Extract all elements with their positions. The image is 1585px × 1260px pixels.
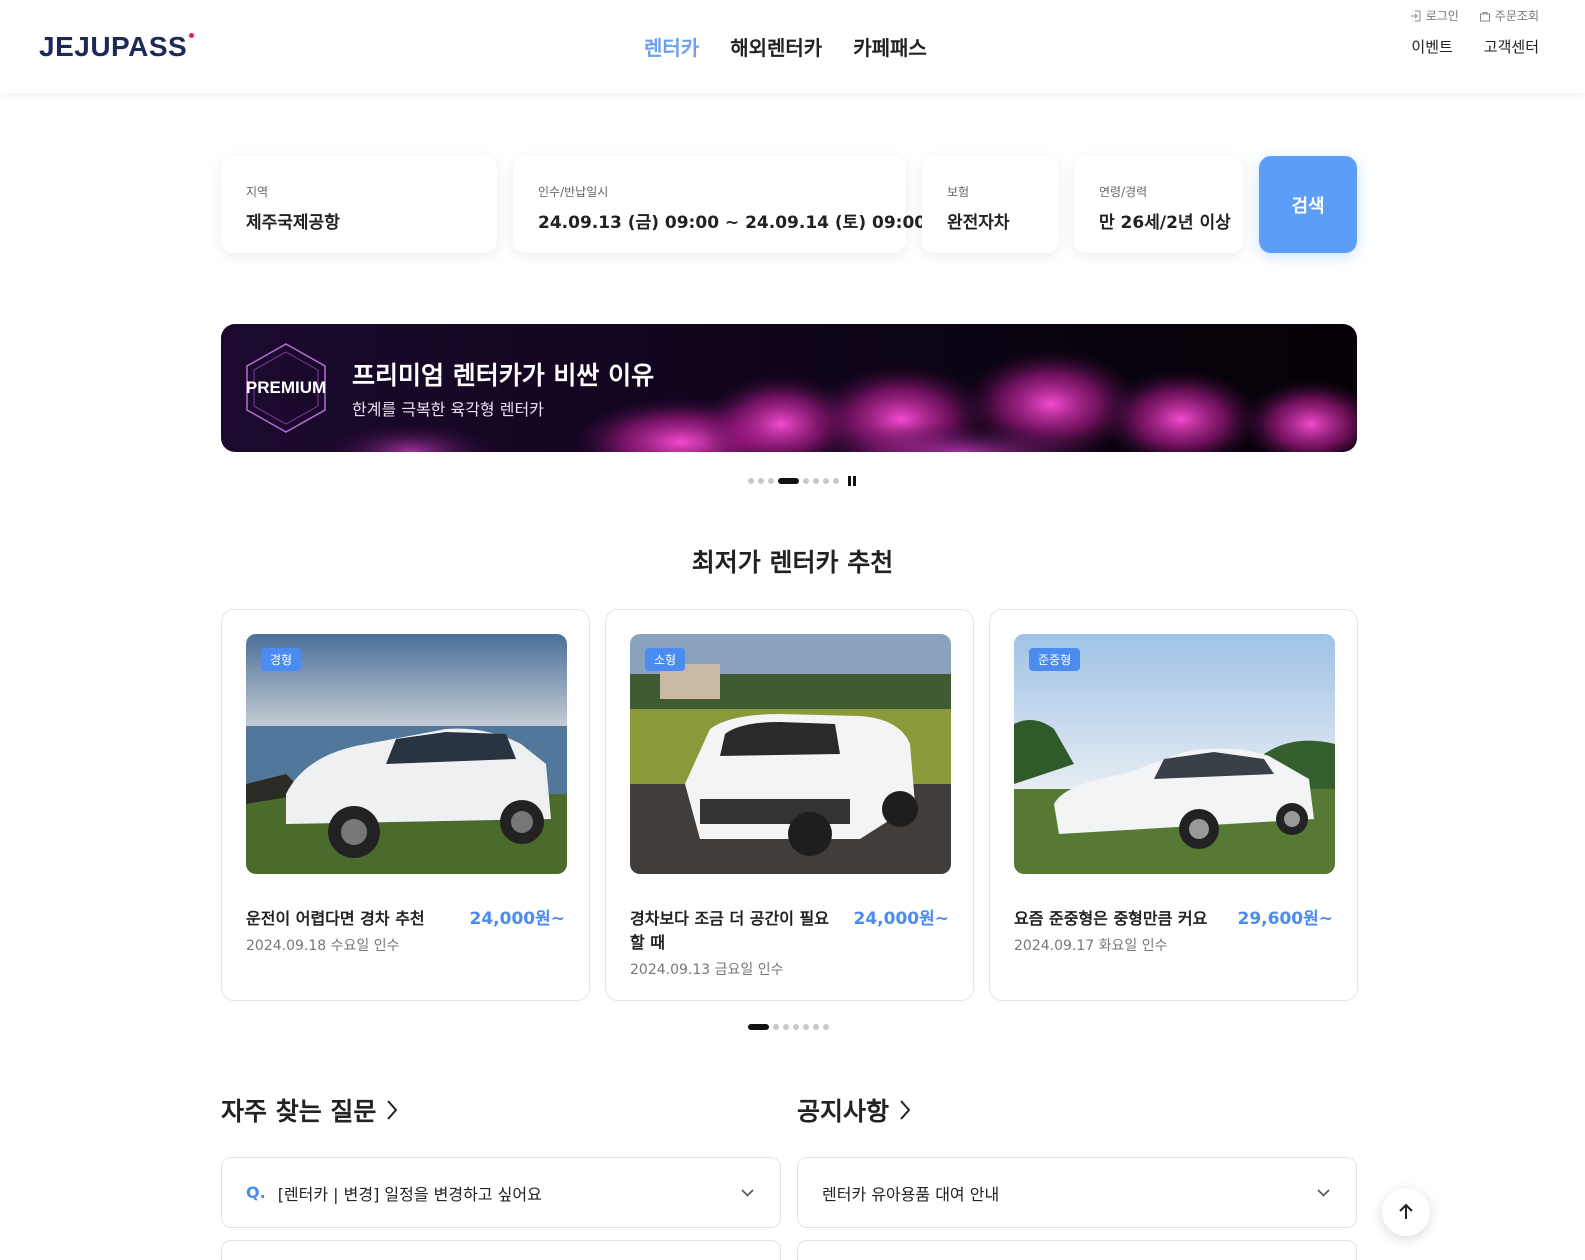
logo-dot (189, 33, 195, 38)
nav-event[interactable]: 이벤트 (1411, 36, 1452, 57)
nav-cafepass[interactable]: 카페패스 (853, 32, 927, 61)
premium-badge-text: PREMIUM (246, 378, 326, 397)
login-link[interactable]: 로그인 (1410, 7, 1459, 24)
card-dot[interactable] (803, 1024, 809, 1030)
insurance-label: 보험 (947, 185, 970, 199)
car-photo: 준중형 (1014, 634, 1335, 874)
notice-title: 공지사항 (797, 1097, 890, 1126)
faq-title: 자주 찾는 질문 (221, 1097, 377, 1126)
car-size-badge: 준중형 (1029, 648, 1081, 671)
search-button[interactable]: 검색 (1259, 156, 1357, 253)
banner-dot[interactable] (758, 478, 764, 484)
car-card-pickup-date: 2024.09.13 금요일 인수 (630, 962, 784, 978)
car-card-price: 29,600원~ (1237, 909, 1334, 929)
login-label: 로그인 (1425, 9, 1459, 23)
date-selector[interactable]: 인수/반납일시 24.09.13 (금) 09:00 ~ 24.09.14 (토… (513, 156, 926, 253)
banner-dot-active[interactable] (778, 478, 799, 484)
faq-section-link[interactable]: 자주 찾는 질문 (221, 1092, 398, 1128)
banner-dot[interactable] (813, 478, 819, 484)
faq-item[interactable]: Q. [렌터카 | 변경] 일정을 변경하고 싶어요 (221, 1157, 781, 1228)
car-photo: 소형 (630, 634, 951, 874)
chevron-down-icon (1317, 1189, 1330, 1197)
faq-q-prefix: Q. (246, 1183, 266, 1202)
chevron-right-icon (900, 1100, 911, 1120)
site-header: JEJUPASS 렌터카 해외렌터카 카페패스 로그인 주문조회 이벤트 고객센… (0, 0, 1585, 93)
notice-text: 렌터카 유아용품 대여 안내 (822, 1184, 1000, 1204)
card-dot[interactable] (793, 1024, 799, 1030)
chevron-down-icon (741, 1189, 754, 1197)
banner-subtitle: 한계를 극복한 육각형 렌터카 (352, 400, 544, 419)
card-pagination (748, 1024, 829, 1030)
banner-pagination (748, 476, 856, 486)
premium-hexagon-icon: PREMIUM (246, 343, 326, 433)
scroll-to-top-button[interactable] (1382, 1188, 1430, 1236)
chevron-right-icon (387, 1100, 398, 1120)
date-value: 24.09.13 (금) 09:00 ~ 24.09.14 (토) 09:00 (538, 213, 927, 233)
car-card-price: 24,000원~ (469, 909, 566, 929)
main-nav: 렌터카 해외렌터카 카페패스 (644, 32, 927, 61)
promo-banner[interactable]: PREMIUM 프리미엄 렌터카가 비싼 이유 한계를 극복한 육각형 렌터카 (221, 324, 1357, 452)
banner-dot[interactable] (803, 478, 809, 484)
card-dot[interactable] (813, 1024, 819, 1030)
age-value: 만 26세/2년 이상 (1099, 213, 1231, 233)
region-value: 제주국제공항 (246, 213, 340, 233)
banner-dot[interactable] (768, 478, 774, 484)
age-selector[interactable]: 연령/경력 만 26세/2년 이상 (1074, 156, 1243, 253)
car-card[interactable]: 소형 경차보다 조금 더 공간이 필요할 때 24,000원~ 2024.09.… (605, 609, 974, 1001)
card-dot-active[interactable] (748, 1024, 769, 1030)
car-card[interactable]: 경형 운전이 어렵다면 경차 추천 24,000원~ 2024.09.18 수요… (221, 609, 590, 1001)
region-label: 지역 (246, 185, 269, 199)
region-selector[interactable]: 지역 제주국제공항 (221, 156, 497, 253)
sub-nav: 이벤트 고객센터 (1411, 36, 1539, 57)
pause-icon (848, 476, 851, 486)
faq-question: [렌터카 | 변경] 일정을 변경하고 싶어요 (277, 1184, 542, 1204)
banner-pause-button[interactable] (848, 476, 856, 486)
arrow-up-icon (1399, 1203, 1413, 1219)
car-card-title: 운전이 어렵다면 경차 추천 (246, 909, 425, 928)
notice-section-link[interactable]: 공지사항 (797, 1092, 911, 1128)
age-label: 연령/경력 (1099, 185, 1148, 199)
car-card-price: 24,000원~ (853, 909, 950, 929)
pause-icon (853, 476, 856, 486)
date-label: 인수/반납일시 (538, 185, 609, 199)
insurance-selector[interactable]: 보험 완전자차 (922, 156, 1059, 253)
faq-item-partial[interactable] (221, 1240, 781, 1260)
banner-dot[interactable] (748, 478, 754, 484)
notice-item-partial[interactable] (797, 1240, 1357, 1260)
insurance-value: 완전자차 (947, 213, 1010, 233)
banner-dot[interactable] (823, 478, 829, 484)
banner-title: 프리미엄 렌터카가 비싼 이유 (352, 361, 655, 390)
order-lookup-link[interactable]: 주문조회 (1479, 7, 1539, 24)
login-icon (1410, 10, 1421, 21)
car-photo: 경형 (246, 634, 567, 874)
nav-customer-center[interactable]: 고객센터 (1484, 36, 1539, 57)
jejupass-logo[interactable]: JEJUPASS (39, 31, 195, 63)
card-dot[interactable] (783, 1024, 789, 1030)
nav-rentcar[interactable]: 렌터카 (644, 32, 699, 61)
nav-overseas-rentcar[interactable]: 해외렌터카 (730, 32, 822, 61)
car-card-title: 요즘 준중형은 중형만큼 커요 (1014, 909, 1208, 928)
order-lookup-label: 주문조회 (1494, 9, 1539, 23)
car-card-title: 경차보다 조금 더 공간이 필요할 때 (630, 909, 829, 952)
bag-icon (1479, 11, 1490, 21)
car-size-badge: 경형 (261, 648, 302, 671)
notice-item[interactable]: 렌터카 유아용품 대여 안내 (797, 1157, 1357, 1228)
util-links: 로그인 주문조회 (1410, 7, 1539, 24)
car-card-pickup-date: 2024.09.17 화요일 인수 (1014, 938, 1168, 954)
card-dot[interactable] (773, 1024, 779, 1030)
car-card[interactable]: 준중형 요즘 준중형은 중형만큼 커요 29,600원~ 2024.09.17 … (989, 609, 1358, 1001)
car-card-pickup-date: 2024.09.18 수요일 인수 (246, 938, 400, 954)
car-size-badge: 소형 (645, 648, 686, 671)
banner-dot[interactable] (833, 478, 839, 484)
recommend-section-title: 최저가 렌터카 추천 (691, 548, 894, 577)
card-dot[interactable] (823, 1024, 829, 1030)
